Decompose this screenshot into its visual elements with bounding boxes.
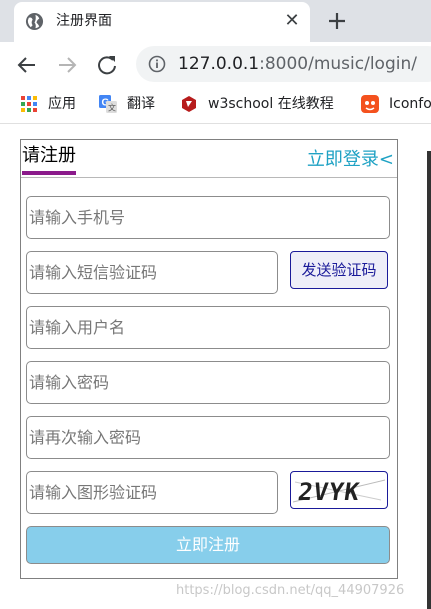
register-submit-button[interactable]: 立即注册	[26, 526, 390, 564]
bookmarks-bar: 应用 G 文 翻译 w3school 在线教程 Iconfo	[0, 88, 431, 124]
translate-icon: G 文	[99, 95, 117, 113]
page-scroll-edge	[427, 151, 431, 609]
bookmark-label: Iconfo	[389, 96, 431, 112]
captcha-image[interactable]: 2VYK	[290, 471, 388, 509]
address-bar[interactable]: 127.0.0.1:8000/music/login/	[136, 46, 431, 82]
panel-header: 请注册 立即登录<	[21, 140, 397, 178]
watermark-text: https://blog.csdn.net/qq_44907926	[176, 583, 405, 598]
back-arrow-icon[interactable]	[16, 54, 38, 76]
bookmark-w3school[interactable]: w3school 在线教程	[180, 94, 350, 116]
new-tab-plus-icon[interactable]	[325, 9, 349, 33]
captcha-text: 2VYK	[296, 478, 362, 506]
captcha-graphic: 2VYK	[292, 478, 386, 506]
password-confirm-input[interactable]	[26, 416, 390, 459]
bookmark-apps[interactable]: 应用	[20, 94, 90, 116]
browser-toolbar: 127.0.0.1:8000/music/login/	[0, 42, 431, 88]
register-panel: 请注册 立即登录< 发送验证码 2VYK 立即注册	[20, 139, 398, 579]
browser-tabstrip: 注册界面 ✕	[0, 0, 431, 42]
iconfont-icon	[361, 95, 379, 113]
bookmark-label: 应用	[48, 96, 76, 112]
sms-code-input[interactable]	[26, 251, 278, 294]
username-input[interactable]	[26, 306, 390, 349]
page-content: 请注册 立即登录< 发送验证码 2VYK 立即注册 https://blog.c…	[0, 125, 431, 609]
reload-icon[interactable]	[96, 54, 118, 76]
info-icon[interactable]	[148, 55, 166, 73]
tab-title: 注册界面	[56, 13, 112, 29]
bookmark-translate[interactable]: G 文 翻译	[99, 94, 169, 116]
captcha-input[interactable]	[26, 471, 278, 514]
password-input[interactable]	[26, 361, 390, 404]
tab-register[interactable]: 请注册	[22, 144, 76, 175]
send-code-button[interactable]: 发送验证码	[290, 251, 388, 289]
bookmark-label: 翻译	[127, 96, 155, 112]
login-link[interactable]: 立即登录<	[307, 148, 394, 172]
globe-icon	[25, 12, 44, 31]
w3school-icon	[182, 96, 196, 112]
url-path: :8000/music/login/	[259, 54, 417, 74]
browser-tab[interactable]: 注册界面 ✕	[14, 2, 310, 42]
phone-input[interactable]	[26, 196, 390, 239]
forward-arrow-icon[interactable]	[56, 54, 78, 76]
bookmark-iconfont[interactable]: Iconfo	[361, 94, 431, 116]
apps-grid-icon	[21, 96, 37, 112]
svg-text:文: 文	[108, 103, 116, 113]
url-host: 127.0.0.1	[178, 54, 260, 74]
url-text: 127.0.0.1:8000/music/login/	[178, 53, 417, 75]
close-icon[interactable]: ✕	[282, 11, 302, 31]
bookmark-label: w3school 在线教程	[208, 96, 334, 112]
